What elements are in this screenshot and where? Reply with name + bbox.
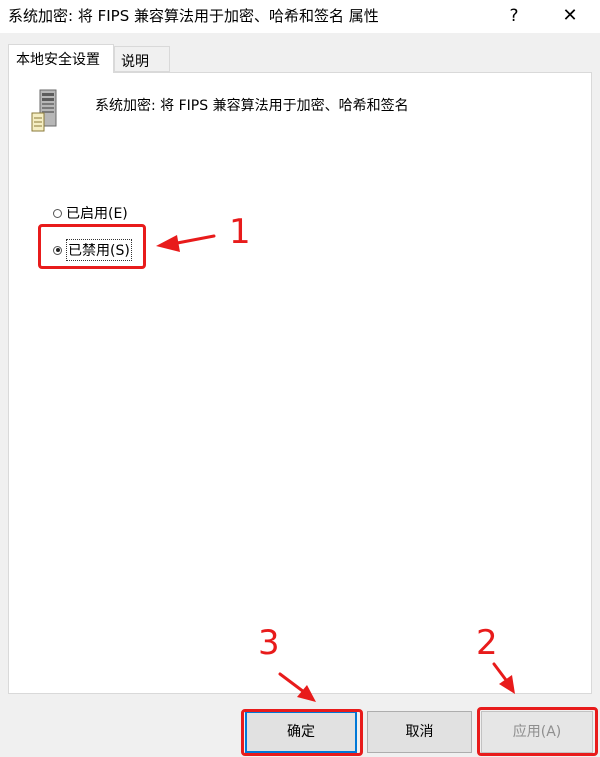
help-button[interactable]: ? bbox=[497, 2, 531, 30]
tab-local-security-setting[interactable]: 本地安全设置 bbox=[8, 44, 114, 73]
annotation-box-apply bbox=[477, 707, 598, 756]
radio-enabled-label: 已启用(E) bbox=[66, 206, 128, 222]
server-computer-icon bbox=[31, 89, 57, 132]
close-button[interactable]: ✕ bbox=[552, 2, 588, 30]
tab-explain[interactable]: 说明 bbox=[114, 46, 170, 72]
radio-enabled[interactable]: 已启用(E) bbox=[53, 202, 128, 224]
radio-enabled-circle[interactable] bbox=[53, 208, 62, 218]
policy-name: 系统加密: 将 FIPS 兼容算法用于加密、哈希和签名 bbox=[95, 98, 409, 114]
annotation-step-3: 3 bbox=[258, 623, 280, 663]
cancel-button[interactable]: 取消 bbox=[367, 711, 472, 753]
annotation-box-ok bbox=[241, 709, 363, 756]
window-title: 系统加密: 将 FIPS 兼容算法用于加密、哈希和签名 属性 bbox=[8, 7, 379, 25]
title-bar: 系统加密: 将 FIPS 兼容算法用于加密、哈希和签名 属性 ? ✕ bbox=[0, 0, 600, 33]
annotation-box-disabled bbox=[38, 224, 146, 269]
tab-panel: 系统加密: 将 FIPS 兼容算法用于加密、哈希和签名 已启用(E) 已禁用(S… bbox=[8, 72, 592, 694]
annotation-step-2: 2 bbox=[476, 623, 498, 663]
annotation-step-1: 1 bbox=[229, 212, 251, 252]
